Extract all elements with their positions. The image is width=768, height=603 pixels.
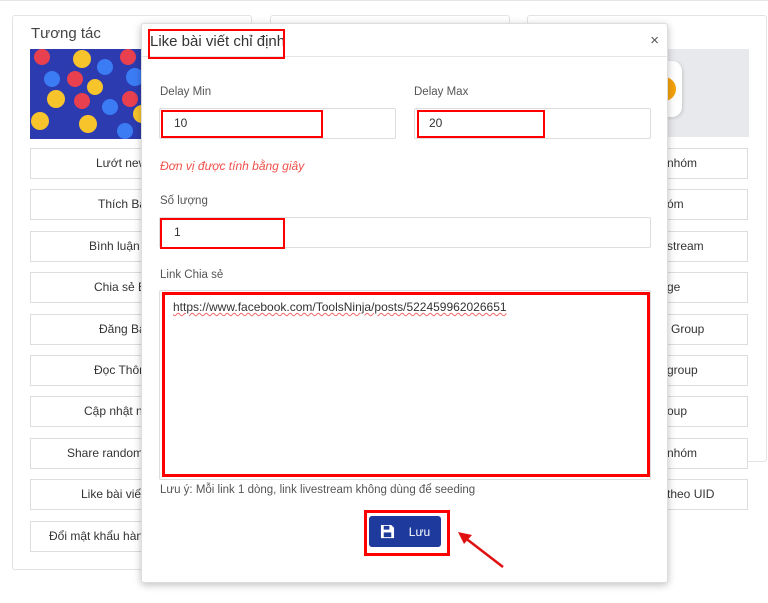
save-highlight	[364, 510, 450, 556]
top-divider	[0, 0, 768, 1]
delay-min-label: Delay Min	[160, 86, 212, 98]
card-image	[660, 49, 749, 137]
like-post-modal: Like bài viết chỉ định × Delay Min 10 De…	[141, 23, 668, 583]
unit-hint: Đơn vị được tính bằng giây	[160, 159, 305, 173]
delay-max-label: Delay Max	[414, 86, 469, 98]
link-label: Link Chia sẻ	[160, 269, 224, 281]
delay-max-highlight	[417, 110, 545, 138]
link-highlight	[162, 292, 650, 477]
title-highlight	[148, 29, 285, 59]
card-title: Tương tác	[31, 25, 101, 42]
quantity-highlight	[160, 218, 285, 249]
link-note: Lưu ý: Mỗi link 1 dòng, link livestream …	[160, 484, 476, 496]
close-icon[interactable]: ×	[650, 32, 659, 49]
pointer-arrow-icon	[458, 532, 504, 568]
delay-min-highlight	[161, 110, 323, 138]
quantity-label: Số lượng	[160, 195, 208, 207]
modal-header: Like bài viết chỉ định ×	[142, 24, 667, 59]
